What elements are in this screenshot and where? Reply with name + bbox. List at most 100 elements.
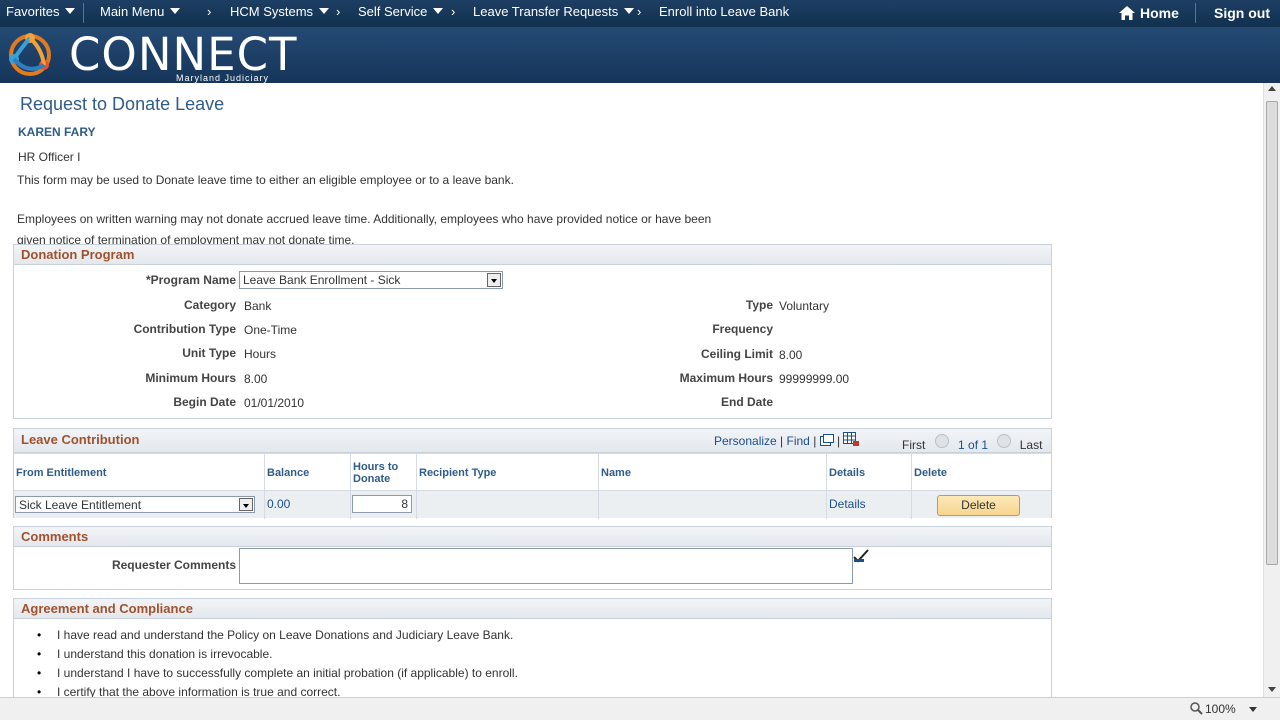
entitlement-select[interactable]: Sick Leave Entitlement <box>15 496 255 513</box>
chevron-down-icon <box>319 8 330 14</box>
list-item: I have read and understand the Policy on… <box>37 628 518 647</box>
maximum-hours-value: 99999999.00 <box>779 372 850 386</box>
breadcrumb-label: Self Service <box>358 4 428 19</box>
breadcrumb-chevron-icon: › <box>207 4 212 19</box>
table-row: Sick Leave Entitlement 0.00 8 Details De… <box>14 490 1051 519</box>
page-title: Request to Donate Leave <box>20 94 225 114</box>
entitlement-value: Sick Leave Entitlement <box>19 498 142 512</box>
breadcrumb-hcm-systems[interactable]: HCM Systems <box>230 4 330 19</box>
home-label: Home <box>1140 5 1179 21</box>
row-count: 1 of 1 <box>958 438 989 452</box>
find-link[interactable]: Find <box>787 434 810 448</box>
next-icon[interactable] <box>997 434 1012 448</box>
main-menu-label: Main Menu <box>100 4 165 19</box>
frequency-label: Frequency <box>712 322 773 336</box>
delete-button[interactable]: Delete <box>937 495 1020 516</box>
donation-program-section: Donation Program *Program Name Leave Ban… <box>13 244 1052 419</box>
chevron-down-icon <box>433 8 444 14</box>
logo-subtitle: Maryland Judiciary <box>176 73 270 83</box>
top-nav-bar: Favorites Main Menu › HCM Systems › Self… <box>0 0 1280 27</box>
favorites-label: Favorites <box>6 4 60 19</box>
program-name-label: *Program Name <box>145 273 236 287</box>
column-header[interactable]: From Entitlement <box>14 454 265 491</box>
column-header[interactable]: Name <box>599 454 827 491</box>
breadcrumb-self-service[interactable]: Self Service <box>358 4 444 19</box>
info-text: This form may be used to Donate leave ti… <box>17 173 514 187</box>
section-header: Comments <box>14 527 1051 547</box>
column-header[interactable]: Recipient Type <box>417 454 599 491</box>
name-cell <box>599 491 827 519</box>
chevron-down-icon <box>624 8 635 14</box>
maximum-hours-label: Maximum Hours <box>679 371 773 385</box>
banner: CONNECT Maryland Judiciary <box>0 27 1280 83</box>
download-grid-icon[interactable] <box>843 432 860 446</box>
chevron-down-icon[interactable] <box>1249 707 1257 712</box>
list-item: I understand I have to successfully comp… <box>37 666 518 685</box>
grid-header: From Entitlement Balance Hours to Donate… <box>14 453 1051 491</box>
section-header: Leave Contribution <box>14 429 1051 453</box>
chevron-down-icon[interactable] <box>487 273 501 287</box>
column-header[interactable]: Hours to Donate <box>351 454 417 491</box>
toolbar-divider: | <box>813 434 817 448</box>
last-label[interactable]: Last <box>1020 438 1043 452</box>
toolbar-divider: | <box>837 434 841 448</box>
column-header[interactable]: Balance <box>265 454 351 491</box>
ceiling-limit-label: Ceiling Limit <box>701 347 773 361</box>
list-item: I understand this donation is irrevocabl… <box>37 647 518 666</box>
previous-icon[interactable] <box>934 434 949 448</box>
breadcrumb-chevron-icon: › <box>336 4 341 19</box>
pagination: First 1 of 1 Last <box>902 434 1042 452</box>
hours-cell: 8 <box>351 491 417 519</box>
program-name-value: Leave Bank Enrollment - Sick <box>243 273 401 287</box>
contribution-type-value: One-Time <box>244 323 297 337</box>
personalize-link[interactable]: Personalize <box>714 434 777 448</box>
type-value: Voluntary <box>779 299 830 313</box>
type-label: Type <box>745 298 773 312</box>
breadcrumb-chevron-icon: › <box>451 4 456 19</box>
program-name-select[interactable]: Leave Bank Enrollment - Sick <box>239 271 503 289</box>
scroll-up-icon[interactable] <box>1268 86 1276 91</box>
section-header: Agreement and Compliance <box>14 599 1051 619</box>
scroll-down-icon[interactable] <box>1268 687 1276 692</box>
nav-divider <box>1195 3 1196 23</box>
leave-contribution-section: Leave Contribution Personalize | Find | … <box>13 428 1052 519</box>
grid-toolbar: Personalize | Find | | <box>714 432 860 448</box>
breadcrumb-leave-transfer[interactable]: Leave Transfer Requests <box>473 4 635 19</box>
page-content: Request to Donate Leave KAREN FARY HR Of… <box>0 83 1263 697</box>
employee-title: HR Officer I <box>18 150 81 164</box>
main-menu[interactable]: Main Menu <box>100 4 181 19</box>
column-header[interactable]: Delete <box>912 454 1051 491</box>
requester-comments-textarea[interactable] <box>239 548 853 584</box>
view-all-icon[interactable] <box>819 434 834 446</box>
signout-link[interactable]: Sign out <box>1214 5 1270 21</box>
agreement-section: Agreement and Compliance I have read and… <box>13 598 1052 697</box>
unit-type-value: Hours <box>244 347 277 361</box>
home-link[interactable]: Home <box>1119 5 1179 21</box>
column-header[interactable]: Details <box>827 454 912 491</box>
browser-status-bar: 100% <box>0 697 1280 720</box>
breadcrumb-label: HCM Systems <box>230 4 314 19</box>
nav-divider <box>83 3 84 23</box>
employee-name: KAREN FARY <box>18 125 96 139</box>
entitlement-cell: Sick Leave Entitlement <box>14 491 265 519</box>
chevron-down-icon[interactable] <box>239 498 253 511</box>
requester-comments-label: Requester Comments <box>111 558 236 572</box>
begin-date-value: 01/01/2010 <box>244 396 305 410</box>
end-date-label: End Date <box>720 395 773 409</box>
hours-to-donate-input[interactable]: 8 <box>352 495 412 513</box>
first-label[interactable]: First <box>902 438 925 452</box>
section-header: Donation Program <box>14 245 1051 265</box>
contribution-type-label: Contribution Type <box>133 322 236 336</box>
favorites-menu[interactable]: Favorites <box>6 4 76 19</box>
zoom-icon[interactable] <box>1190 702 1203 715</box>
spell-check-icon[interactable] <box>852 548 870 564</box>
chevron-down-icon <box>170 8 181 14</box>
vertical-scrollbar[interactable] <box>1263 83 1280 697</box>
scrollbar-thumb[interactable] <box>1266 101 1278 565</box>
home-icon <box>1119 6 1135 20</box>
details-link[interactable]: Details <box>829 497 866 511</box>
minimum-hours-label: Minimum Hours <box>145 371 236 385</box>
ceiling-limit-value: 8.00 <box>779 348 803 362</box>
recipient-type-cell <box>417 491 599 519</box>
zoom-level[interactable]: 100% <box>1205 702 1236 716</box>
